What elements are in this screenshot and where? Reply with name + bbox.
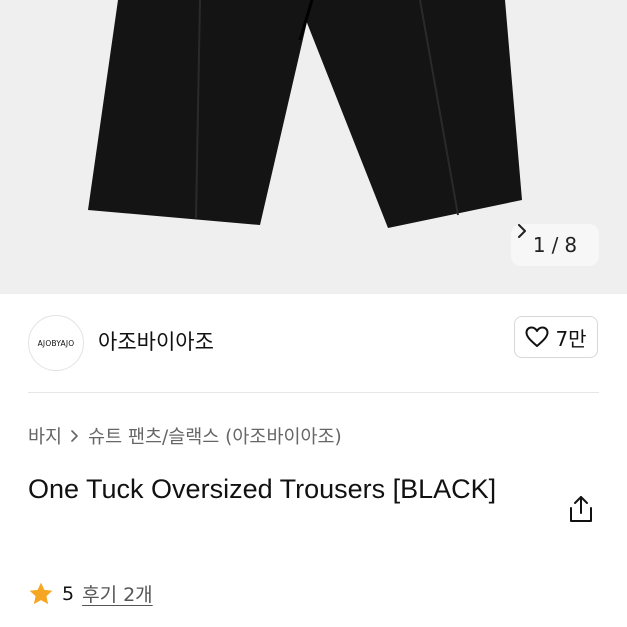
- seller-logo-text: AJOBYAJO: [37, 338, 75, 348]
- breadcrumb: 바지 슈트 팬츠/슬랙스 (아조바이아조): [28, 423, 342, 449]
- image-counter[interactable]: 1 / 8: [511, 224, 599, 266]
- breadcrumb-category[interactable]: 바지: [28, 423, 62, 449]
- counter-separator: /: [551, 233, 559, 257]
- product-image-gallery[interactable]: 1 / 8: [0, 0, 627, 294]
- share-icon[interactable]: [566, 494, 596, 524]
- divider: [28, 392, 599, 393]
- rating: 5 후기 2개: [28, 580, 153, 607]
- product-title: One Tuck Oversized Trousers [BLACK]: [28, 474, 497, 504]
- seller-row: AJOBYAJO 아조바이아조 7만: [0, 294, 627, 392]
- chevron-right-icon: [518, 224, 526, 238]
- rating-score: 5: [62, 582, 75, 605]
- seller-logo[interactable]: AJOBYAJO: [28, 315, 84, 371]
- review-count-link[interactable]: 후기 2개: [82, 580, 153, 607]
- like-button[interactable]: 7만: [514, 316, 598, 358]
- chevron-right-icon: [71, 430, 78, 442]
- breadcrumb-subcategory[interactable]: 슈트 팬츠/슬랙스 (아조바이아조): [88, 423, 342, 449]
- star-icon: [29, 582, 53, 604]
- seller-name[interactable]: 아조바이아조: [98, 326, 214, 356]
- total-image-count: 8: [564, 233, 578, 257]
- current-image-index: 1: [532, 233, 546, 257]
- heart-icon: [525, 326, 549, 347]
- like-count: 7만: [555, 326, 587, 351]
